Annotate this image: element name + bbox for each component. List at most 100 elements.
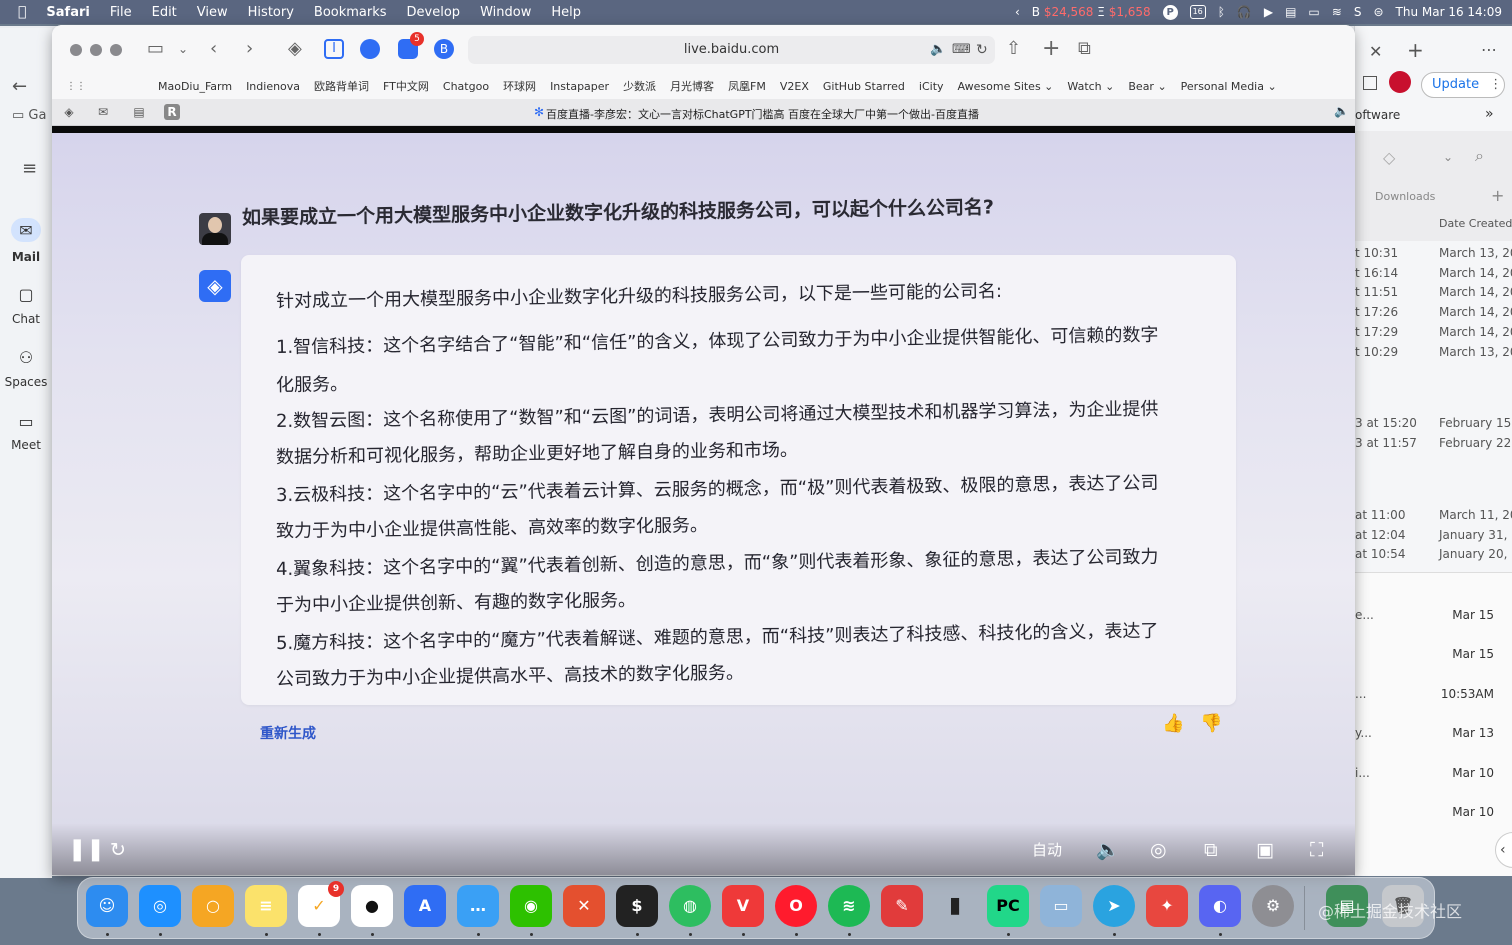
notes-icon[interactable]: ≡ — [245, 885, 287, 927]
play-icon[interactable]: ▶ — [1264, 5, 1273, 19]
active-tab-title[interactable]: 百度直播-李彦宏：文心一言对标ChatGPT门槛高 百度在全球大厂中第一个做出-… — [546, 106, 979, 122]
bookmark-14[interactable]: Watch ⌄ — [1060, 80, 1121, 93]
finder-icon[interactable]: ☺ — [86, 885, 128, 927]
sidebar-toggle-icon[interactable]: ▭ — [147, 38, 164, 60]
bookmark-15[interactable]: Bear ⌄ — [1121, 80, 1173, 93]
close-icon[interactable]: ✕ — [1369, 42, 1382, 61]
preview-icon[interactable]: ▭ — [1040, 885, 1082, 927]
menu-view[interactable]: View — [187, 5, 238, 20]
bookmark-8[interactable]: 月光博客 — [663, 78, 721, 94]
bookmark-13[interactable]: Awesome Sites ⌄ — [951, 80, 1061, 93]
spaces-icon[interactable]: ⚇ — [14, 348, 38, 368]
chevron-down-icon[interactable]: ⌄ — [1443, 150, 1453, 164]
discord-icon[interactable]: ◐ — [1199, 885, 1241, 927]
photos-icon[interactable]: ○ — [192, 885, 234, 927]
search-icon[interactable]: ⌕ — [1475, 146, 1484, 166]
settings-icon[interactable]: ◎ — [1150, 839, 1167, 861]
menu-history[interactable]: History — [238, 5, 304, 20]
spotify-icon[interactable]: ≋ — [828, 885, 870, 927]
quality-selector[interactable]: 自动 — [1032, 839, 1062, 861]
clipboard-icon[interactable]: ▤ — [1285, 5, 1296, 19]
bookmark-4[interactable]: Chatgoo — [436, 80, 496, 93]
system-settings-icon[interactable]: ⚙ — [1252, 885, 1294, 927]
more-icon[interactable]: ⋯ — [1481, 40, 1497, 59]
bookmark-2[interactable]: 欧路背单词 — [307, 78, 376, 94]
telegram-icon[interactable]: ➤ — [1093, 885, 1135, 927]
menu-develop[interactable]: Develop — [397, 5, 471, 20]
calendar-icon[interactable]: 16 — [1189, 5, 1206, 19]
vivaldi-icon[interactable]: V — [722, 885, 764, 927]
crypto-ticker[interactable]: B $24,568 Ξ $1,658 — [1032, 5, 1151, 19]
pip-icon[interactable]: ⧉ — [1204, 839, 1218, 861]
bluetooth-icon[interactable]: ᛒ — [1218, 5, 1225, 19]
bookmark-10[interactable]: V2EX — [773, 80, 816, 93]
terminal-icon[interactable]: $ — [616, 885, 658, 927]
chat-icon[interactable]: ▢ — [14, 285, 38, 305]
date-created-header[interactable]: Date Created — [1439, 217, 1512, 230]
add-tab-icon[interactable]: + — [1491, 186, 1504, 205]
pinned-tab-icon[interactable]: ◈ — [60, 104, 78, 120]
close-window-button[interactable] — [70, 44, 82, 56]
pycharm-icon[interactable]: PC — [987, 885, 1029, 927]
p-status-icon[interactable]: P — [1162, 4, 1178, 20]
tab-audio-icon[interactable]: 🔈 — [1334, 104, 1349, 118]
menu-help[interactable]: Help — [541, 5, 591, 20]
web-fullscreen-icon[interactable]: ▣ — [1256, 839, 1274, 861]
battery-icon[interactable]: ▭ — [1308, 5, 1319, 19]
safari-icon[interactable]: ◎ — [139, 885, 181, 927]
bookmark-5[interactable]: 环球网 — [496, 78, 543, 94]
grid-icon[interactable]: ⋮⋮ — [52, 81, 93, 92]
new-tab-icon[interactable]: + — [1042, 38, 1060, 60]
control-center-icon[interactable]: ⊜ — [1373, 5, 1383, 19]
double-chevron-icon[interactable]: » — [1485, 106, 1494, 122]
qq-icon[interactable]: ● — [351, 885, 393, 927]
shield-icon[interactable]: ◈ — [288, 38, 302, 60]
menu-clock[interactable]: Thu Mar 16 14:09 — [1396, 5, 1502, 19]
minimize-window-button[interactable] — [90, 44, 102, 56]
menu-bookmarks[interactable]: Bookmarks — [304, 5, 397, 20]
menu-window[interactable]: Window — [470, 5, 541, 20]
gitkraken-icon[interactable]: ✦ — [1146, 885, 1188, 927]
bookmark-12[interactable]: iCity — [912, 80, 951, 93]
opera-icon[interactable]: O — [775, 885, 817, 927]
evernote-icon[interactable]: ◍ — [669, 885, 711, 927]
doc-tab-icon[interactable]: ▤ — [130, 104, 148, 120]
bookmark-11[interactable]: GitHub Starred — [816, 80, 912, 93]
headphones-icon[interactable]: 🎧 — [1237, 5, 1252, 19]
zoom-window-button[interactable] — [110, 44, 122, 56]
tab-overview-icon[interactable]: ⧉ — [1078, 38, 1091, 60]
extension-b-icon[interactable]: B — [434, 39, 454, 59]
messages-icon[interactable]: … — [457, 885, 499, 927]
plus-icon[interactable]: + — [1407, 38, 1424, 62]
bookmark-1[interactable]: Indienova — [239, 80, 307, 93]
chevron-left-icon[interactable]: ‹ — [1015, 5, 1020, 19]
wechat-icon[interactable]: ◉ — [510, 885, 552, 927]
refresh-icon[interactable]: ↻ — [110, 839, 126, 861]
bookmark-3[interactable]: FT中文网 — [376, 78, 436, 94]
fullscreen-icon[interactable]: ⛶ — [1310, 839, 1323, 861]
update-button[interactable]: Update ⋮ — [1421, 72, 1505, 98]
video-player[interactable]: 如果要成立一个用大模型服务中小企业数字化升级的科技服务公司，可以起个什么公司名?… — [52, 126, 1355, 875]
bookmark-9[interactable]: 凤凰FM — [721, 78, 773, 94]
share-icon[interactable]: ⇧ — [1006, 38, 1021, 60]
downloads-tab[interactable]: Downloads — [1375, 190, 1435, 203]
back-icon[interactable]: ‹ — [210, 38, 217, 60]
r-tab-icon[interactable]: R — [164, 104, 180, 120]
reload-icon[interactable]: ↻ — [976, 36, 988, 64]
url-bar[interactable]: live.baidu.com 🔈 ⌨ ↻ — [468, 36, 995, 64]
bear-icon[interactable]: ✎ — [881, 885, 923, 927]
translate-icon[interactable]: ⌨ — [952, 36, 971, 64]
extension-globe-icon[interactable] — [360, 39, 380, 59]
menu-file[interactable]: File — [100, 5, 142, 20]
pause-icon[interactable]: ❚❚ — [68, 839, 105, 861]
wechat-tab-icon[interactable]: ✉ — [94, 104, 112, 120]
chat-label[interactable]: Chat — [0, 312, 52, 326]
mail-label[interactable]: Mail — [0, 250, 52, 264]
volume-icon[interactable]: 🔈 — [1096, 839, 1120, 861]
speaker-icon[interactable]: 🔈 — [930, 36, 946, 64]
apple-menu-icon[interactable]:  — [0, 4, 36, 20]
s-app-icon[interactable]: S — [1354, 5, 1362, 19]
meet-label[interactable]: Meet — [0, 438, 52, 452]
chevron-down-icon[interactable]: ⌄ — [178, 38, 188, 60]
instapaper-ext-icon[interactable]: I — [324, 39, 344, 59]
